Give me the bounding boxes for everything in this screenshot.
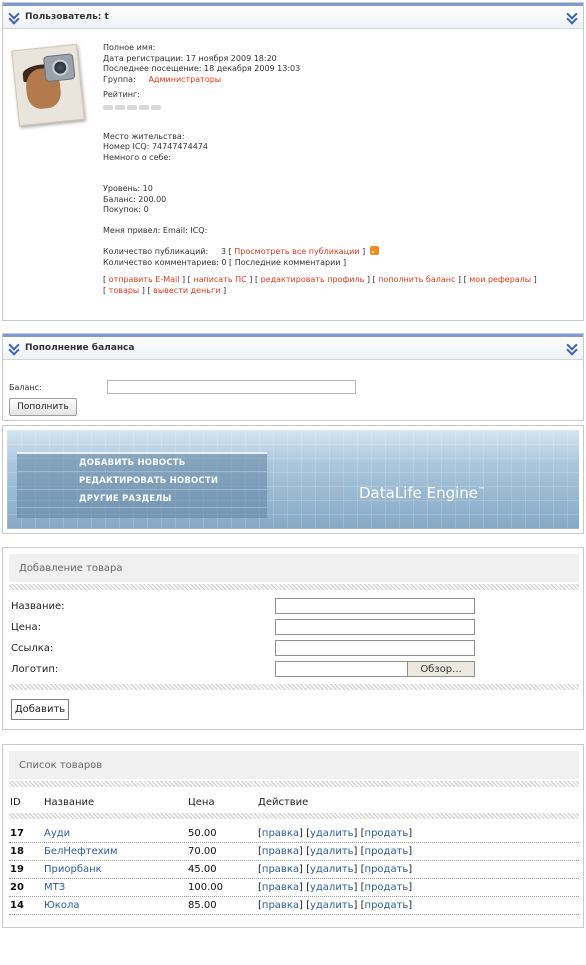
registration-date: Дата регистрации: 17 ноября 2009 18:20 <box>103 53 277 63</box>
rating-label: Рейтинг: <box>103 90 140 99</box>
edit-link[interactable]: правка <box>262 900 299 911</box>
profile-title: Пользователь: t <box>25 12 109 22</box>
collapse-chevron-icon[interactable] <box>9 342 19 354</box>
top-up-button[interactable]: Пополнить <box>9 398 77 416</box>
add-news-menu-item[interactable]: ДОБАВИТЬ НОВОСТЬ <box>17 454 267 472</box>
full-name-label: Полное имя: <box>103 43 156 52</box>
link-label: Ссылка: <box>11 643 54 654</box>
withdraw-money-link[interactable]: вывести деньги <box>153 286 220 295</box>
product-list-title: Список товаров <box>9 751 579 779</box>
col-header-name: Название <box>44 797 95 808</box>
table-row: 19 Приорбанк 45.00 [правка] [удалить] [п… <box>9 861 579 879</box>
divider <box>9 781 579 787</box>
publications-count: 3 <box>220 247 227 256</box>
sell-link[interactable]: продать <box>365 828 409 839</box>
table-row: 18 БелНефтехим 70.00 [правка] [удалить] … <box>9 843 579 861</box>
other-sections-menu-item[interactable]: ДРУГИЕ РАЗДЕЛЫ <box>17 490 267 508</box>
balance-input[interactable] <box>107 380 356 394</box>
write-pm-link[interactable]: написать ПС <box>193 275 246 284</box>
collapse-chevron-icon[interactable] <box>567 342 577 354</box>
delete-link[interactable]: удалить <box>310 828 354 839</box>
browse-button[interactable]: Обзор... <box>407 661 475 677</box>
balance-panel-header: Пополнение баланса <box>3 334 583 360</box>
logo-file-input[interactable]: Обзор... <box>275 661 475 677</box>
group-value[interactable]: Администраторы <box>148 75 221 84</box>
last-comments-link[interactable]: Последние комментарии <box>235 258 341 267</box>
edit-profile-link[interactable]: редактировать профиль <box>261 275 365 284</box>
delete-link[interactable]: удалить <box>310 864 354 875</box>
link-input[interactable] <box>275 640 475 656</box>
product-name-link[interactable]: Ауди <box>44 828 70 839</box>
rss-icon[interactable] <box>369 246 379 255</box>
col-header-action: Действие <box>258 797 309 808</box>
profile-panel: Пользователь: t Полное имя: Дата регистр… <box>2 2 584 321</box>
edit-link[interactable]: правка <box>262 882 299 893</box>
group-label: Группа: <box>103 74 136 84</box>
rating-stars[interactable] <box>103 104 537 110</box>
sell-link[interactable]: продать <box>365 864 409 875</box>
table-row: 14 Юкола 85.00 [правка] [удалить] [прода… <box>9 897 579 915</box>
edit-link[interactable]: правка <box>262 828 299 839</box>
edit-link[interactable]: правка <box>262 846 299 857</box>
admin-banner: ДОБАВИТЬ НОВОСТЬ РЕДАКТИРОВАТЬ НОВОСТИ Д… <box>2 425 584 534</box>
product-name-link[interactable]: Юкола <box>44 900 79 911</box>
user-avatar <box>11 43 85 127</box>
logo-label: Логотип: <box>11 664 59 675</box>
price-label: Цена: <box>11 622 41 633</box>
referrer: Меня привел: Email: ICQ: <box>103 225 208 235</box>
delete-link[interactable]: удалить <box>310 882 354 893</box>
collapse-chevron-icon[interactable] <box>567 11 577 23</box>
price-input[interactable] <box>275 619 475 635</box>
product-list-box: Список товаров ID Название Цена Действие… <box>2 744 584 928</box>
edit-link[interactable]: правка <box>262 864 299 875</box>
user-level: Уровень: 10 <box>103 184 153 193</box>
view-all-publications-link[interactable]: Просмотреть все публикации <box>234 247 359 256</box>
purchases-count: Покупок: 0 <box>103 205 149 214</box>
banner-menu: ДОБАВИТЬ НОВОСТЬ РЕДАКТИРОВАТЬ НОВОСТИ Д… <box>17 452 267 518</box>
name-label: Название: <box>11 601 65 612</box>
sell-link[interactable]: продать <box>365 882 409 893</box>
product-name-link[interactable]: Приорбанк <box>44 864 102 875</box>
add-product-box: Добавление товара Название: Цена: Ссылка… <box>2 547 584 730</box>
collapse-chevron-icon[interactable] <box>9 11 19 23</box>
table-row: 20 МТЗ 100.00 [правка] [удалить] [продат… <box>9 879 579 897</box>
send-email-link[interactable]: отправить E-Mail <box>109 275 180 284</box>
balance-panel: Пополнение баланса Баланс: Пополнить <box>2 333 584 421</box>
delete-link[interactable]: удалить <box>310 900 354 911</box>
add-product-button[interactable]: Добавить <box>11 699 69 720</box>
profile-panel-header: Пользователь: t <box>3 3 583 29</box>
name-input[interactable] <box>275 598 475 614</box>
last-visit: Последнее посещение: 18 декабря 2009 13:… <box>103 64 301 73</box>
col-header-id: ID <box>10 797 21 808</box>
comments-label: Количество комментариев: 0 <box>103 257 227 267</box>
col-header-price: Цена <box>188 797 215 808</box>
balance-label: Баланс: <box>9 383 42 392</box>
top-up-balance-link[interactable]: пополнить баланс <box>378 275 455 284</box>
product-name-link[interactable]: МТЗ <box>44 882 65 893</box>
add-product-title: Добавление товара <box>9 554 579 582</box>
delete-link[interactable]: удалить <box>310 846 354 857</box>
publications-label: Количество публикаций: <box>103 247 209 256</box>
my-referrals-link[interactable]: мои рефералы <box>469 275 531 284</box>
location: Место жительства: <box>103 131 185 141</box>
table-row: 17 Ауди 50.00 [правка] [удалить] [продат… <box>9 825 579 843</box>
product-name-link[interactable]: БелНефтехим <box>44 846 118 857</box>
divider <box>9 813 579 819</box>
icq-number: Номер ICQ: 74747474474 <box>103 142 208 151</box>
brand-name: DataLife Engine <box>359 484 479 502</box>
user-balance: Баланс: 200.00 <box>103 194 167 204</box>
divider <box>9 584 579 590</box>
sell-link[interactable]: продать <box>365 900 409 911</box>
sell-link[interactable]: продать <box>365 846 409 857</box>
brand-logo: DataLife Engine™ <box>359 484 486 502</box>
about-me: Немного о себе: <box>103 152 172 162</box>
balance-title: Пополнение баланса <box>25 343 135 353</box>
products-link[interactable]: товары <box>109 286 140 295</box>
edit-news-menu-item[interactable]: РЕДАКТИРОВАТЬ НОВОСТИ <box>17 472 267 490</box>
profile-info: Полное имя: Дата регистрации: 17 ноября … <box>103 43 537 295</box>
divider <box>9 684 579 690</box>
